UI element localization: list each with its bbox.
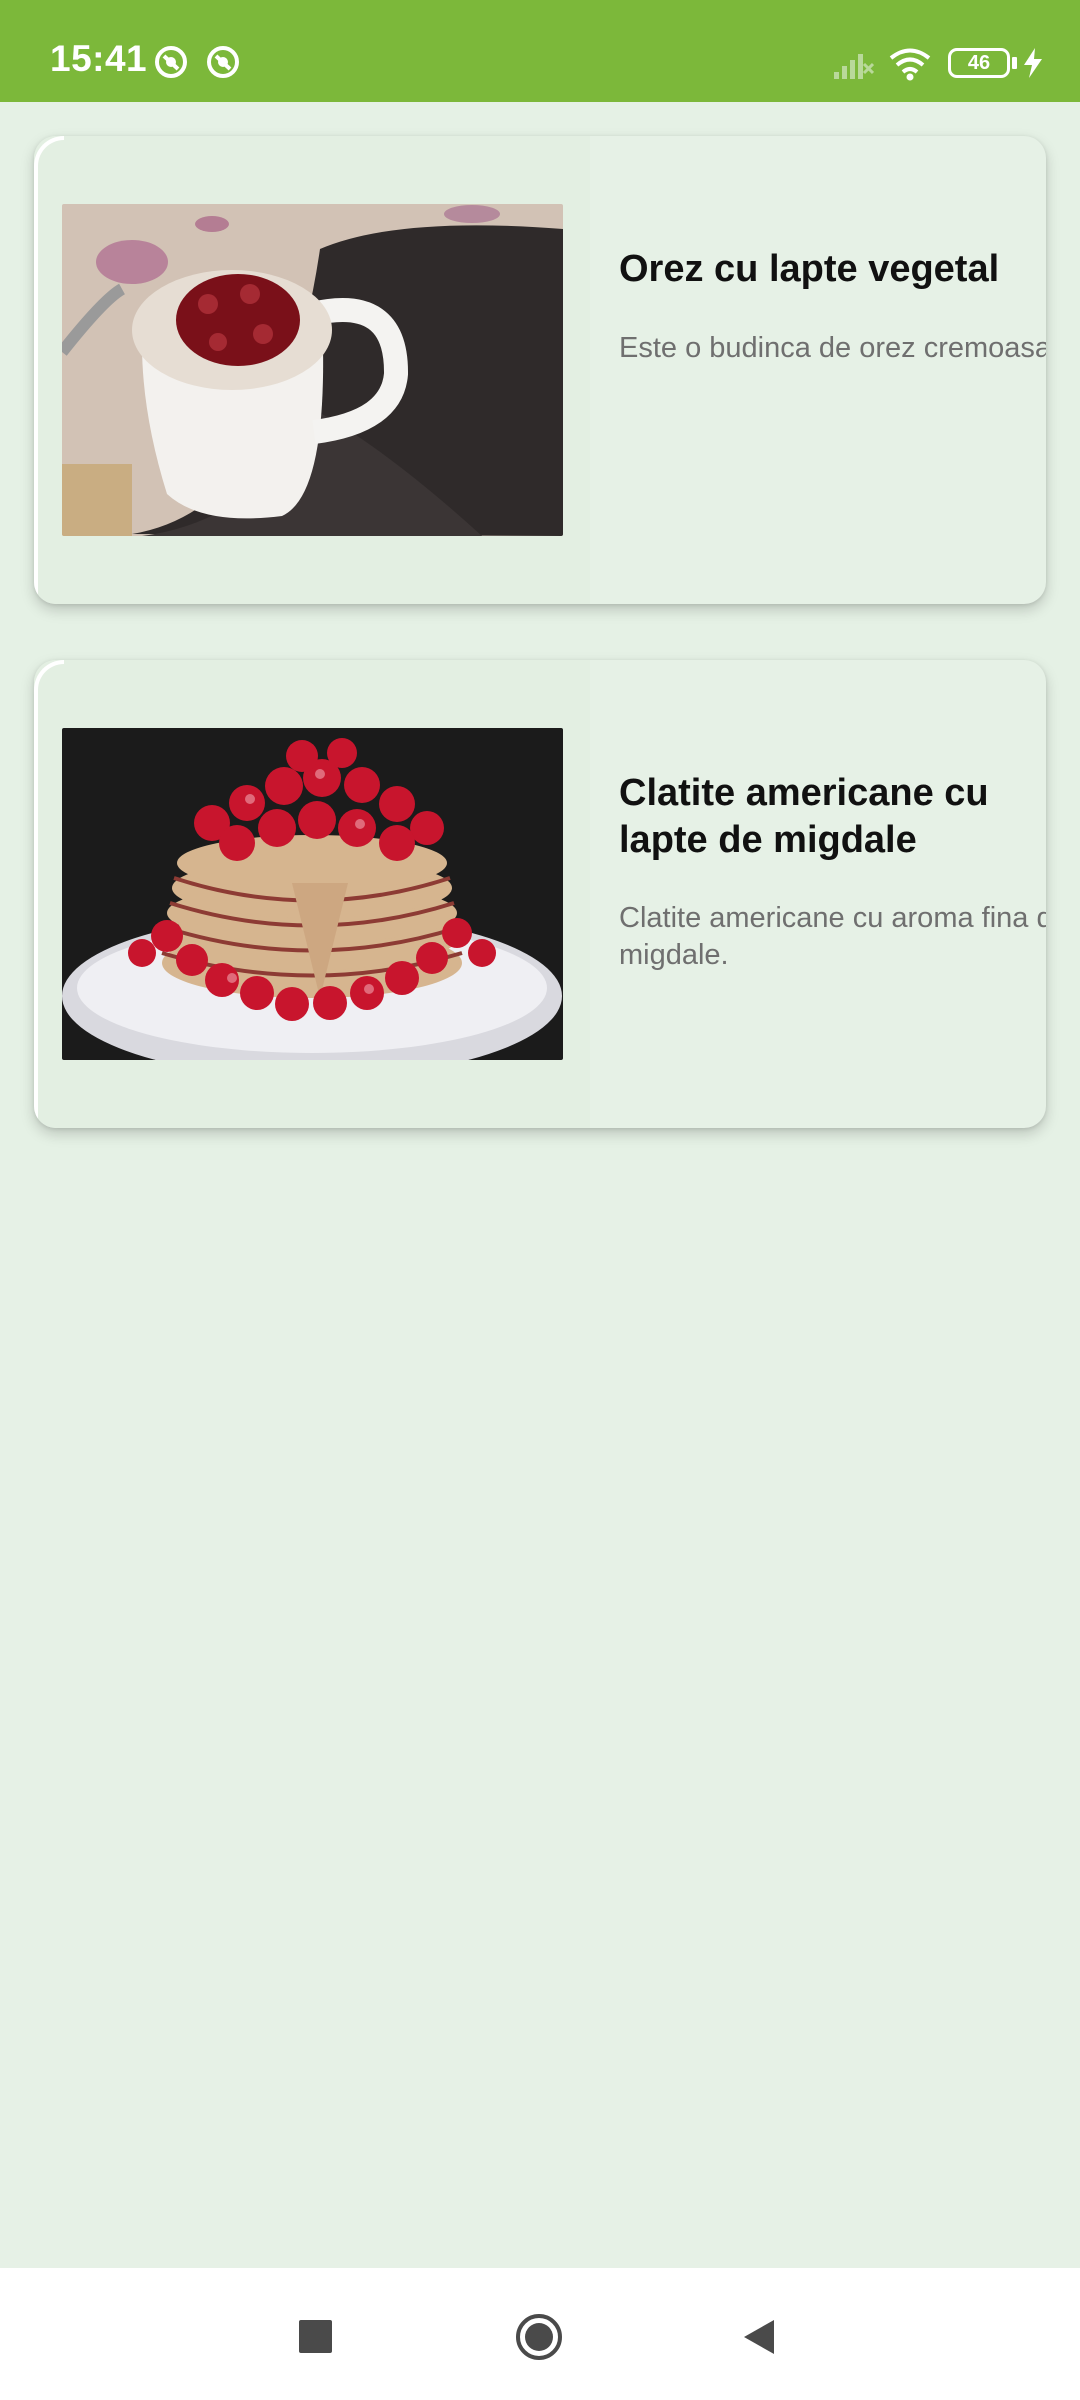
wifi-icon [889,48,931,81]
card-corner-accent [34,136,64,604]
status-bar: 15:41 46 [0,0,1080,102]
recipe-description: Clatite americane cu aroma fina de migda… [619,902,1046,971]
recents-square-icon[interactable] [299,2320,332,2353]
recipe-card[interactable]: Clatite americane cu lapte de migdale Cl… [34,660,1046,1128]
signal-icon [834,54,874,79]
battery-tip [1012,57,1017,69]
recipe-title: Clatite americane cu lapte de migdale [619,772,989,861]
recipe-card[interactable]: Orez cu lapte vegetal Este o budinca de … [34,136,1046,604]
card-corner-accent [34,660,64,1128]
raspberry-pancakes-photo [62,728,563,1060]
battery-icon: 46 [948,48,1010,78]
charging-icon [1024,48,1042,78]
app-notification-icon [207,46,239,78]
recipe-title: Orez cu lapte vegetal [619,248,1000,290]
system-nav-bar [0,2268,1080,2400]
rice-pudding-photo [62,204,563,536]
home-circle-icon[interactable] [514,2312,564,2362]
recipe-description: Este o budinca de orez cremoasa. [619,332,1046,364]
app-notification-icon [155,46,187,78]
recipe-list[interactable]: Orez cu lapte vegetal Este o budinca de … [0,102,1080,1160]
status-time: 15:41 [50,38,148,79]
back-triangle-icon[interactable] [740,2316,778,2358]
